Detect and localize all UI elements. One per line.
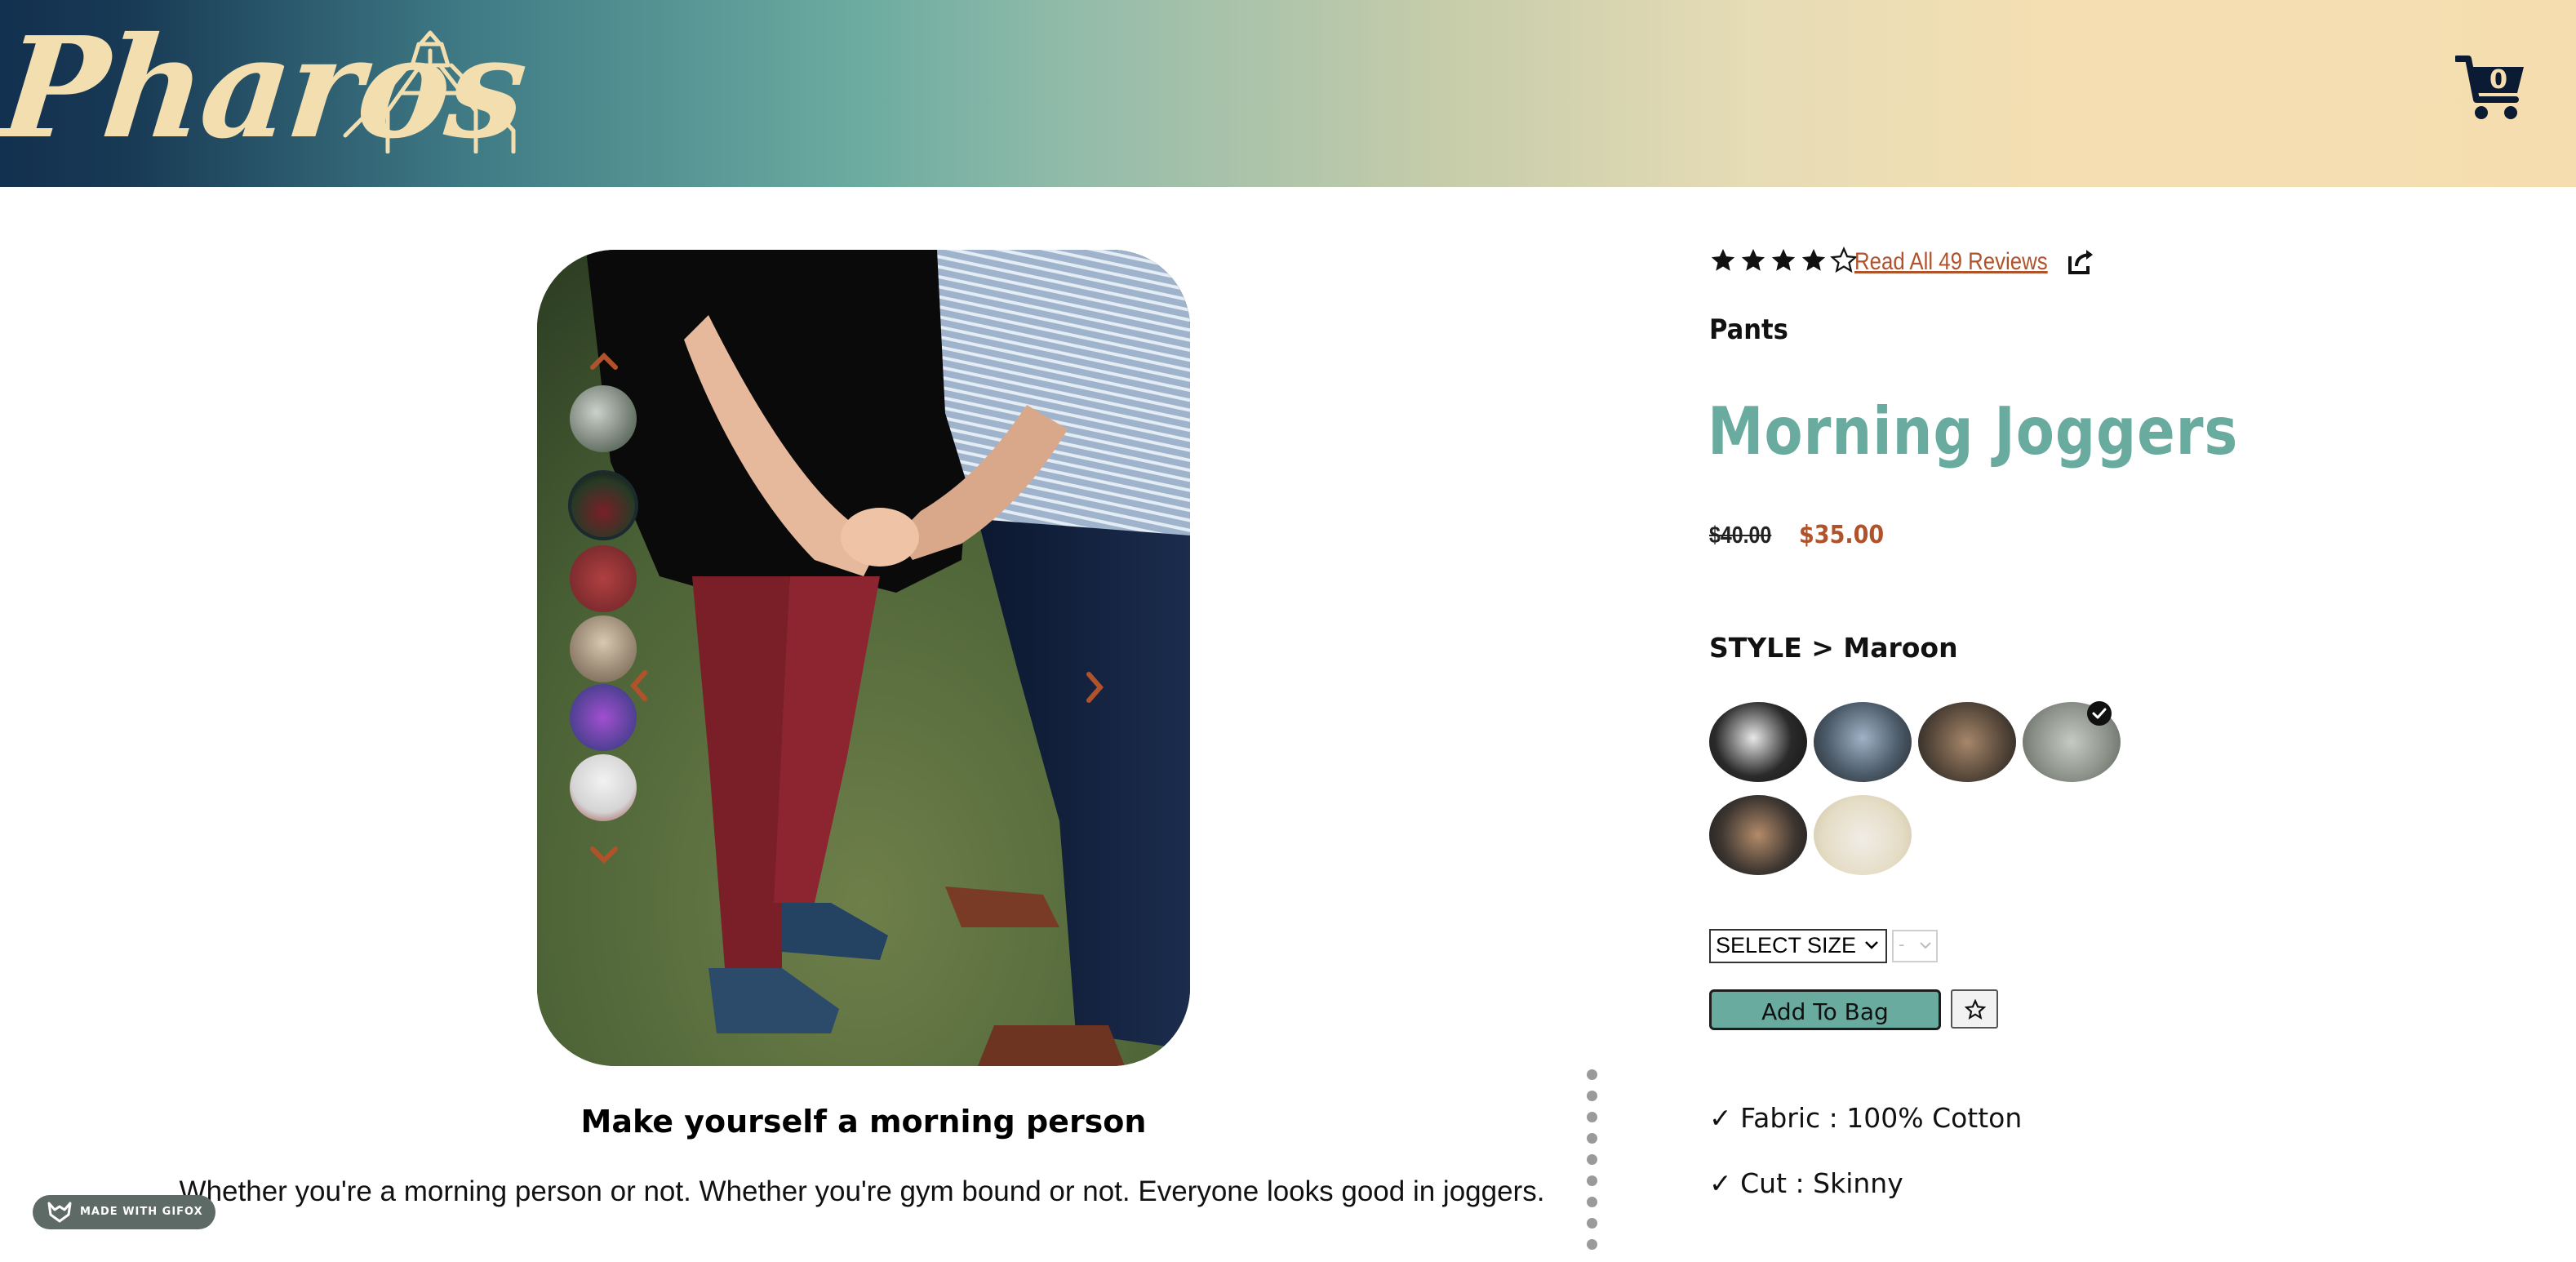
chevron-down-icon [1865,941,1878,949]
star-filled-icon [1771,248,1796,271]
thumbnail-3[interactable] [570,545,637,612]
rating-stars[interactable] [1709,247,1860,281]
site-header: Pharos 0 [0,0,2576,187]
quantity-select-value: - [1899,934,1905,954]
add-to-bag-button[interactable]: Add To Bag [1709,989,1941,1030]
star-filled-icon [1801,248,1826,271]
style-swatch-1[interactable] [1709,702,1807,782]
selected-check-icon [2087,701,2112,726]
style-swatch-2[interactable] [1814,702,1912,782]
thumbnail-2[interactable] [568,470,638,540]
feature-cut: ✓ Cut : Skinny [1709,1167,1903,1199]
cart-count-badge: 0 [2489,64,2508,95]
thumbnail-6[interactable] [570,754,637,821]
thumbnail-5[interactable] [570,684,637,751]
made-with-gifox-badge[interactable]: MADE WITH GIFOX [33,1195,215,1229]
star-outline-icon [1965,999,1986,1020]
style-swatch-3[interactable] [1918,702,2016,782]
product-title: Morning Joggers [1708,393,2239,469]
gallery-caption-title: Make yourself a morning person [580,1104,1147,1140]
style-swatch-6[interactable] [1814,795,1912,875]
quantity-select[interactable]: - [1892,930,1938,962]
style-swatch-5[interactable] [1709,795,1807,875]
previous-image-arrow-icon[interactable] [628,669,650,702]
fox-logo-icon [47,1202,72,1223]
thumbnail-down-arrow-icon[interactable] [589,846,619,867]
wishlist-button[interactable] [1951,989,1998,1029]
product-category[interactable]: Pants [1709,313,1788,346]
thumbnail-up-arrow-icon[interactable] [589,349,619,371]
thumbnail-4[interactable] [570,615,637,682]
lighthouse-logo-icon[interactable] [339,29,518,153]
thumbnail-rail [562,382,643,839]
feature-fabric: ✓ Fabric : 100% Cotton [1709,1102,2023,1134]
star-empty-icon [1830,247,1858,273]
gallery-caption-body: Whether you're a morning person or not. … [179,1175,1545,1207]
badge-text: MADE WITH GIFOX [80,1206,203,1218]
style-swatches [1709,701,2134,882]
share-icon[interactable] [2067,248,2096,276]
next-image-arrow-icon[interactable] [1084,671,1105,704]
size-select[interactable]: SELECT SIZE [1709,929,1887,963]
star-filled-icon [1711,248,1735,271]
size-select-value: SELECT SIZE [1716,933,1857,958]
read-reviews-link[interactable]: Read All 49 Reviews [1854,248,2048,276]
resize-handle-dots[interactable] [1583,1069,1601,1262]
thumbnail-1[interactable] [570,385,637,452]
chevron-down-icon [1920,942,1931,949]
original-price: $40.00 [1709,522,1772,549]
star-filled-icon [1741,248,1765,271]
style-label: STYLE > Maroon [1709,632,1958,664]
sale-price: $35.00 [1799,521,1885,549]
